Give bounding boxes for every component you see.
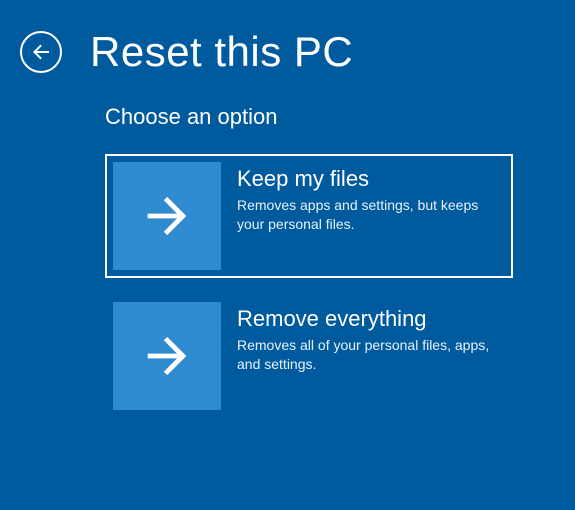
back-button[interactable] bbox=[20, 31, 62, 73]
option-remove-everything[interactable]: Remove everything Removes all of your pe… bbox=[105, 294, 513, 418]
option-icon-tile bbox=[113, 302, 221, 410]
option-title: Remove everything bbox=[237, 306, 495, 332]
arrow-right-icon bbox=[138, 327, 196, 385]
option-description: Removes apps and settings, but keeps you… bbox=[237, 196, 495, 234]
subtitle: Choose an option bbox=[105, 104, 575, 130]
option-icon-tile bbox=[113, 162, 221, 270]
arrow-right-icon bbox=[138, 187, 196, 245]
option-keep-my-files[interactable]: Keep my files Removes apps and settings,… bbox=[105, 154, 513, 278]
options-list: Keep my files Removes apps and settings,… bbox=[105, 154, 575, 418]
option-description: Removes all of your personal files, apps… bbox=[237, 336, 495, 374]
option-text: Remove everything Removes all of your pe… bbox=[221, 302, 505, 374]
page-title: Reset this PC bbox=[90, 28, 353, 76]
back-arrow-icon bbox=[29, 40, 53, 64]
header: Reset this PC bbox=[0, 0, 575, 76]
option-title: Keep my files bbox=[237, 166, 495, 192]
content: Choose an option Keep my files Removes a… bbox=[0, 76, 575, 418]
option-text: Keep my files Removes apps and settings,… bbox=[221, 162, 505, 234]
